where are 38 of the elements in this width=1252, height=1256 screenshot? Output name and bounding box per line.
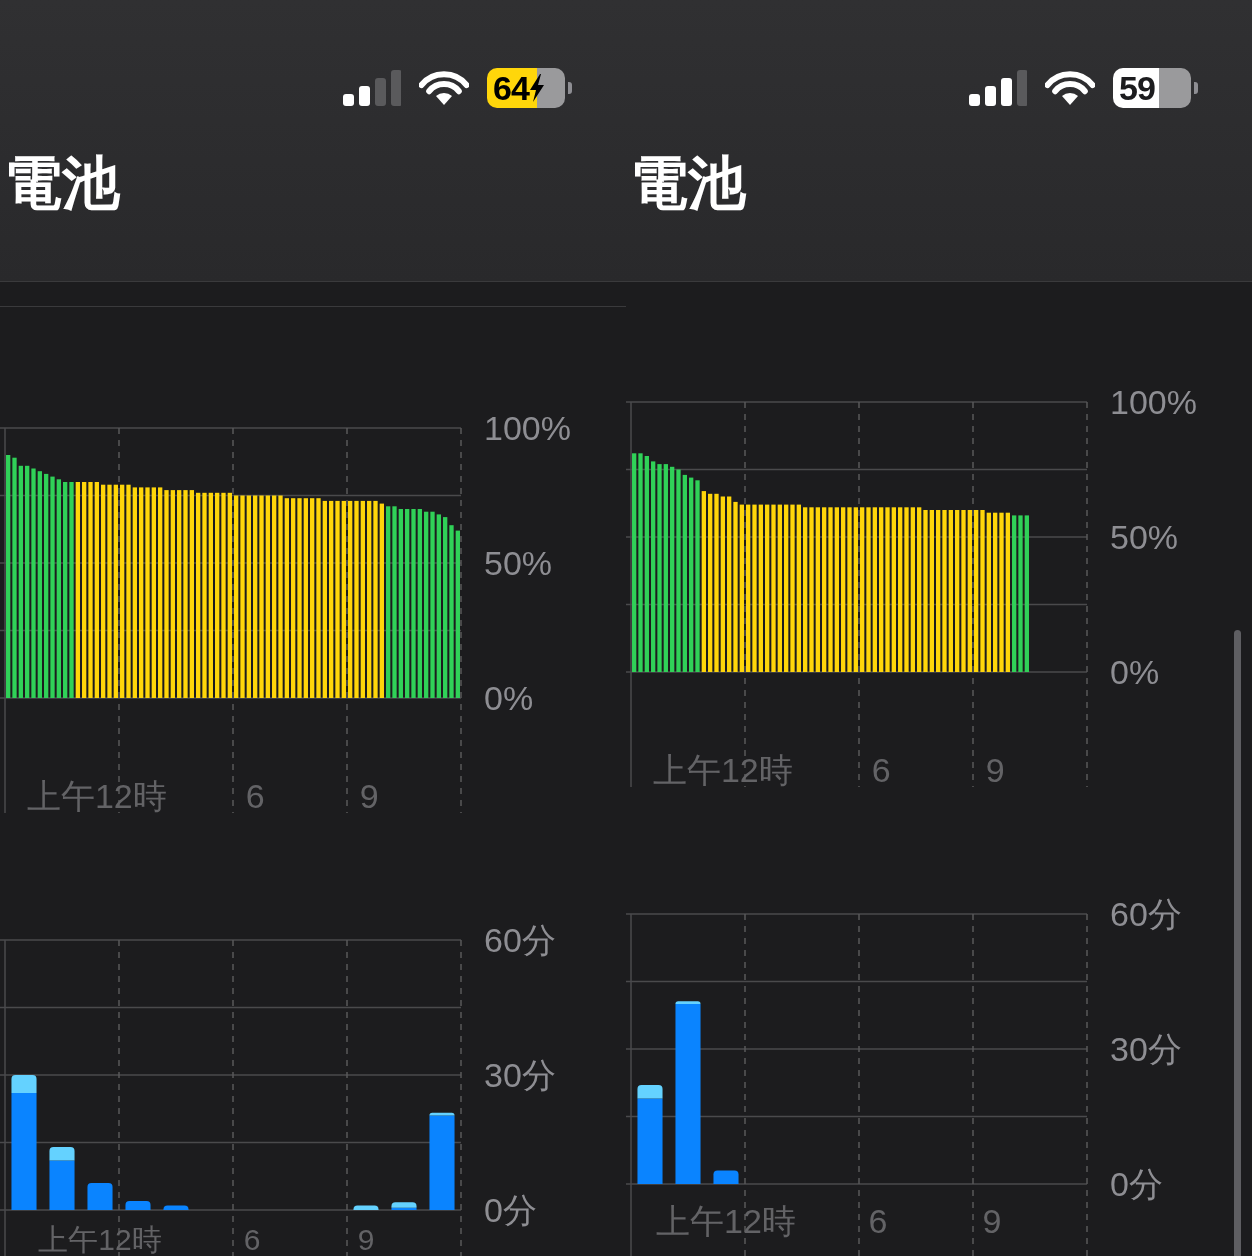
axis-label: 6	[868, 1202, 888, 1240]
chart-bar	[125, 1201, 151, 1210]
axis-label: 9	[357, 1223, 375, 1256]
axis-label: 0分	[1110, 1165, 1163, 1203]
axis-label: 30分	[1110, 1030, 1182, 1068]
chart-bar	[353, 1205, 379, 1210]
axis-label: 上午12時	[652, 751, 793, 789]
axis-label: 6	[243, 1223, 261, 1256]
page-title: 電池	[629, 149, 747, 217]
axis-label: 9	[359, 777, 379, 815]
page-title: 電池	[3, 149, 121, 217]
chart-bar	[163, 1205, 189, 1210]
axis-label: 上午12時	[656, 1202, 796, 1240]
scrollbar[interactable]	[1234, 630, 1241, 1256]
axis-label: 上午12時	[38, 1223, 162, 1256]
battery-percent: 64	[493, 68, 529, 108]
axis-label: 9	[982, 1202, 1002, 1240]
axis-label: 0%	[484, 679, 534, 717]
wifi-icon	[419, 70, 469, 106]
signal-icon	[969, 70, 1027, 106]
axis-label: 60分	[484, 921, 556, 959]
axis-label: 上午12時	[26, 777, 167, 815]
axis-label: 30分	[484, 1056, 556, 1094]
chart-bar	[87, 1183, 113, 1210]
axis-label: 60分	[1110, 895, 1182, 933]
axis-label: 6	[871, 751, 891, 789]
chart-bar	[713, 1170, 739, 1184]
axis-label: 100%	[1110, 383, 1197, 421]
axis-label: 6	[245, 777, 265, 815]
axis-label: 9	[985, 751, 1005, 789]
axis-label: 50%	[484, 544, 553, 582]
wifi-icon	[1045, 70, 1095, 106]
signal-icon	[343, 70, 401, 106]
axis-label: 50%	[1110, 518, 1179, 556]
axis-label: 0分	[484, 1191, 537, 1229]
axis-label: 0%	[1110, 653, 1160, 691]
axis-label: 100%	[484, 409, 571, 447]
battery-percent: 59	[1119, 68, 1155, 108]
